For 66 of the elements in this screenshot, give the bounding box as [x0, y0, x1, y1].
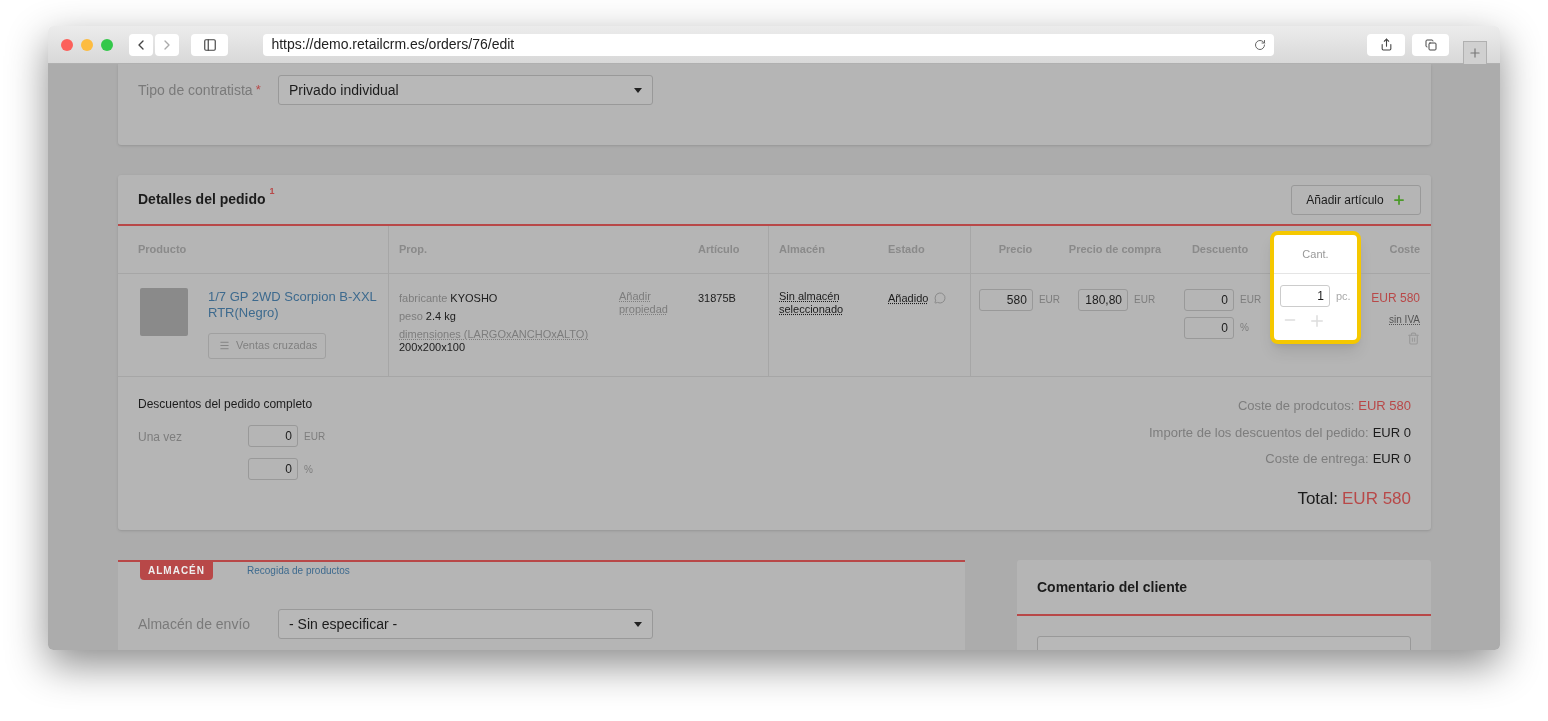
total-value: EUR 580: [1342, 487, 1411, 510]
field-label: Una vez: [138, 429, 184, 446]
property-value: 2.4 kg: [425, 308, 456, 324]
number-field[interactable]: 0: [248, 458, 298, 480]
summary-label: Coste de entrega:: [1265, 450, 1369, 468]
unit-label: EUR: [304, 429, 326, 444]
number-field[interactable]: 0: [1184, 288, 1234, 311]
property-value: 200x200x100: [399, 340, 467, 354]
delete-icon[interactable]: [1407, 331, 1420, 345]
unit-label: %: [304, 462, 313, 477]
reload-icon[interactable]: [1254, 38, 1267, 51]
address-bar[interactable]: https://demo.retailcrm.es/orders/76/edit: [263, 33, 1275, 56]
contractor-select[interactable]: Privado individual: [278, 75, 653, 105]
number-field[interactable]: 0: [1184, 316, 1234, 339]
unit-label: EUR: [1038, 293, 1060, 308]
maximize-window-icon[interactable]: [101, 38, 113, 51]
section-title: Comentario del cliente: [1037, 577, 1188, 597]
unit-label: %: [1240, 321, 1249, 336]
property-name: fabricante: [399, 290, 448, 306]
share-icon: [1379, 38, 1393, 51]
plus-icon: [1468, 45, 1483, 60]
number-field[interactable]: 180,80: [1078, 288, 1128, 311]
total-label: Total:: [1297, 487, 1338, 510]
warehouse-link[interactable]: Sin almacén seleccionado: [769, 289, 869, 316]
caret-icon: [634, 621, 642, 627]
column-header: Cant.: [1302, 246, 1329, 262]
number-field[interactable]: 0: [248, 425, 298, 447]
field-label: Almacén de envío: [138, 614, 252, 634]
tabs-button[interactable]: [1411, 33, 1450, 56]
caret-icon: [634, 87, 642, 93]
new-tab-button[interactable]: [1463, 40, 1487, 65]
required-mark: *: [255, 81, 261, 99]
item-cost: EUR 580: [1371, 289, 1420, 307]
tabs-icon: [1424, 38, 1437, 51]
unit-label: EUR: [1134, 293, 1156, 308]
tax-link[interactable]: sin IVA: [1389, 311, 1420, 327]
plus-icon[interactable]: [1308, 312, 1326, 330]
forward-button[interactable]: [155, 33, 179, 56]
section-title: Detalles del pedido: [138, 190, 266, 209]
number-field[interactable]: 580: [979, 288, 1033, 311]
summary-value: EUR 0: [1372, 423, 1411, 442]
summary-label: Coste de prodcutos:: [1237, 397, 1355, 415]
status-link[interactable]: Añadido: [888, 289, 929, 307]
sidebar-button[interactable]: [191, 33, 229, 56]
unit-label: pc.: [1336, 288, 1351, 304]
list-icon: [219, 340, 230, 352]
property-value: KYOSHO: [450, 290, 498, 306]
discounts-title: Descuentos del pedido completo: [138, 396, 314, 413]
share-button[interactable]: [1367, 33, 1405, 56]
plus-icon: [1391, 192, 1406, 207]
minimize-window-icon[interactable]: [81, 38, 93, 51]
count-mark: 1: [269, 185, 275, 198]
sidebar-icon: [202, 37, 217, 52]
field-label: Tipo de contratista: [138, 81, 253, 100]
photo-placeholder: [140, 287, 188, 336]
comment-icon[interactable]: [934, 291, 947, 304]
summary-value: EUR 580: [1358, 397, 1411, 415]
quantity-field[interactable]: 1: [1280, 285, 1330, 307]
add-item-button[interactable]: Añadir artículo: [1291, 184, 1421, 215]
back-button[interactable]: [129, 33, 153, 56]
article-code: 31875B: [698, 290, 737, 306]
tab[interactable]: ALMACÉN: [140, 562, 213, 580]
warehouse-select[interactable]: - Sin especificar -: [278, 609, 653, 639]
unit-label: EUR: [1240, 293, 1262, 308]
summary-value: EUR 0: [1372, 450, 1411, 468]
close-window-icon[interactable]: [61, 38, 73, 51]
